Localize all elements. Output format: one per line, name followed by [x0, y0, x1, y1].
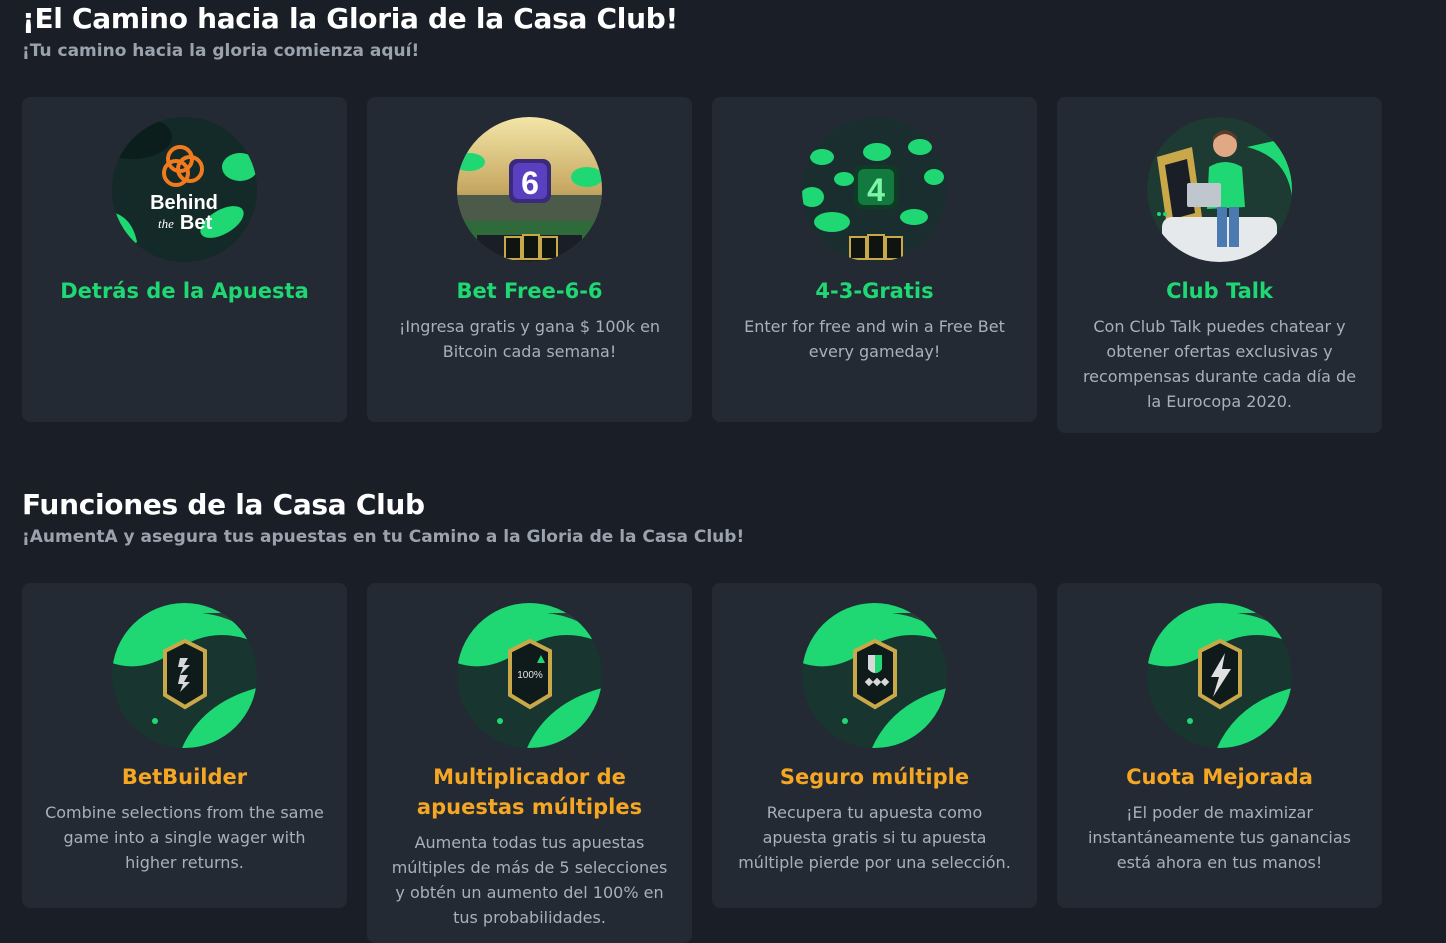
- promo-card-behind-the-bet[interactable]: Behind the Bet Detrás de la Apuesta: [22, 97, 347, 422]
- feature-card-multi-insurance[interactable]: Seguro múltiple Recupera tu apuesta como…: [712, 583, 1037, 908]
- section-title: ¡El Camino hacia la Gloria de la Casa Cl…: [22, 2, 678, 35]
- badge-number: 6: [521, 165, 539, 201]
- card-title: 4-3-Gratis: [815, 279, 934, 303]
- logo-text-the: the: [158, 216, 174, 231]
- lightning-shield-icon: [1147, 603, 1292, 748]
- badge-number: 4: [867, 172, 885, 208]
- card-description: ¡Ingresa gratis y gana $ 100k en Bitcoin…: [398, 317, 661, 361]
- section-road-to-glory: ¡El Camino hacia la Gloria de la Casa Cl…: [22, 2, 678, 61]
- stadium-six-badge-icon: 6: [457, 117, 602, 262]
- card-title: Detrás de la Apuesta: [60, 279, 309, 303]
- card-description: Combine selections from the same game in…: [45, 803, 324, 872]
- card-title: Bet Free-6-6: [456, 279, 603, 303]
- feature-card-betbuilder[interactable]: BetBuilder Combine selections from the s…: [22, 583, 347, 908]
- section-subtitle: ¡AumentA y asegura tus apuestas en tu Ca…: [22, 527, 745, 547]
- card-title: Club Talk: [1166, 279, 1273, 303]
- section-club-features: Funciones de la Casa Club ¡AumentA y ase…: [22, 488, 744, 547]
- card-description: Recupera tu apuesta como apuesta gratis …: [738, 803, 1011, 872]
- logo-text-behind: Behind: [150, 192, 218, 214]
- multiplier-shield-icon: 100%: [457, 603, 602, 748]
- betbuilder-shield-icon: [112, 603, 257, 748]
- promo-card-4-3-gratis[interactable]: 4 4-3-Gratis Enter for free and win a Fr…: [712, 97, 1037, 422]
- logo-text-bet: Bet: [180, 212, 213, 234]
- man-with-laptop-illustration: [1147, 117, 1292, 262]
- card-title: Multiplicador de apuestas múltiples: [416, 765, 643, 819]
- multiplier-percent: 100%: [517, 670, 543, 681]
- promo-card-club-talk[interactable]: Club Talk Con Club Talk puedes chatear y…: [1057, 97, 1382, 433]
- feature-card-multiplier[interactable]: 100% Multiplicador de apuestas múltiples…: [367, 583, 692, 943]
- card-title: BetBuilder: [121, 765, 248, 789]
- card-description: ¡El poder de maximizar instantáneamente …: [1087, 803, 1352, 872]
- card-description: Con Club Talk puedes chatear y obtener o…: [1082, 317, 1357, 411]
- card-title: Seguro múltiple: [779, 765, 970, 789]
- section-subtitle: ¡Tu camino hacia la gloria comienza aquí…: [22, 41, 420, 61]
- behind-the-bet-logo: Behind the Bet: [112, 117, 257, 262]
- insurance-shield-icon: [802, 603, 947, 748]
- four-badge-icon: 4: [802, 117, 947, 262]
- feature-card-boosted-odds[interactable]: Cuota Mejorada ¡El poder de maximizar in…: [1057, 583, 1382, 908]
- section-title: Funciones de la Casa Club: [22, 488, 425, 521]
- promo-card-bet-free-6-6[interactable]: 6 Bet Free-6-6 ¡Ingresa gratis y gana $ …: [367, 97, 692, 422]
- card-description: Enter for free and win a Free Bet every …: [744, 317, 1005, 361]
- card-description: Aumenta todas tus apuestas múltiples de …: [391, 833, 668, 927]
- card-title: Cuota Mejorada: [1126, 765, 1313, 789]
